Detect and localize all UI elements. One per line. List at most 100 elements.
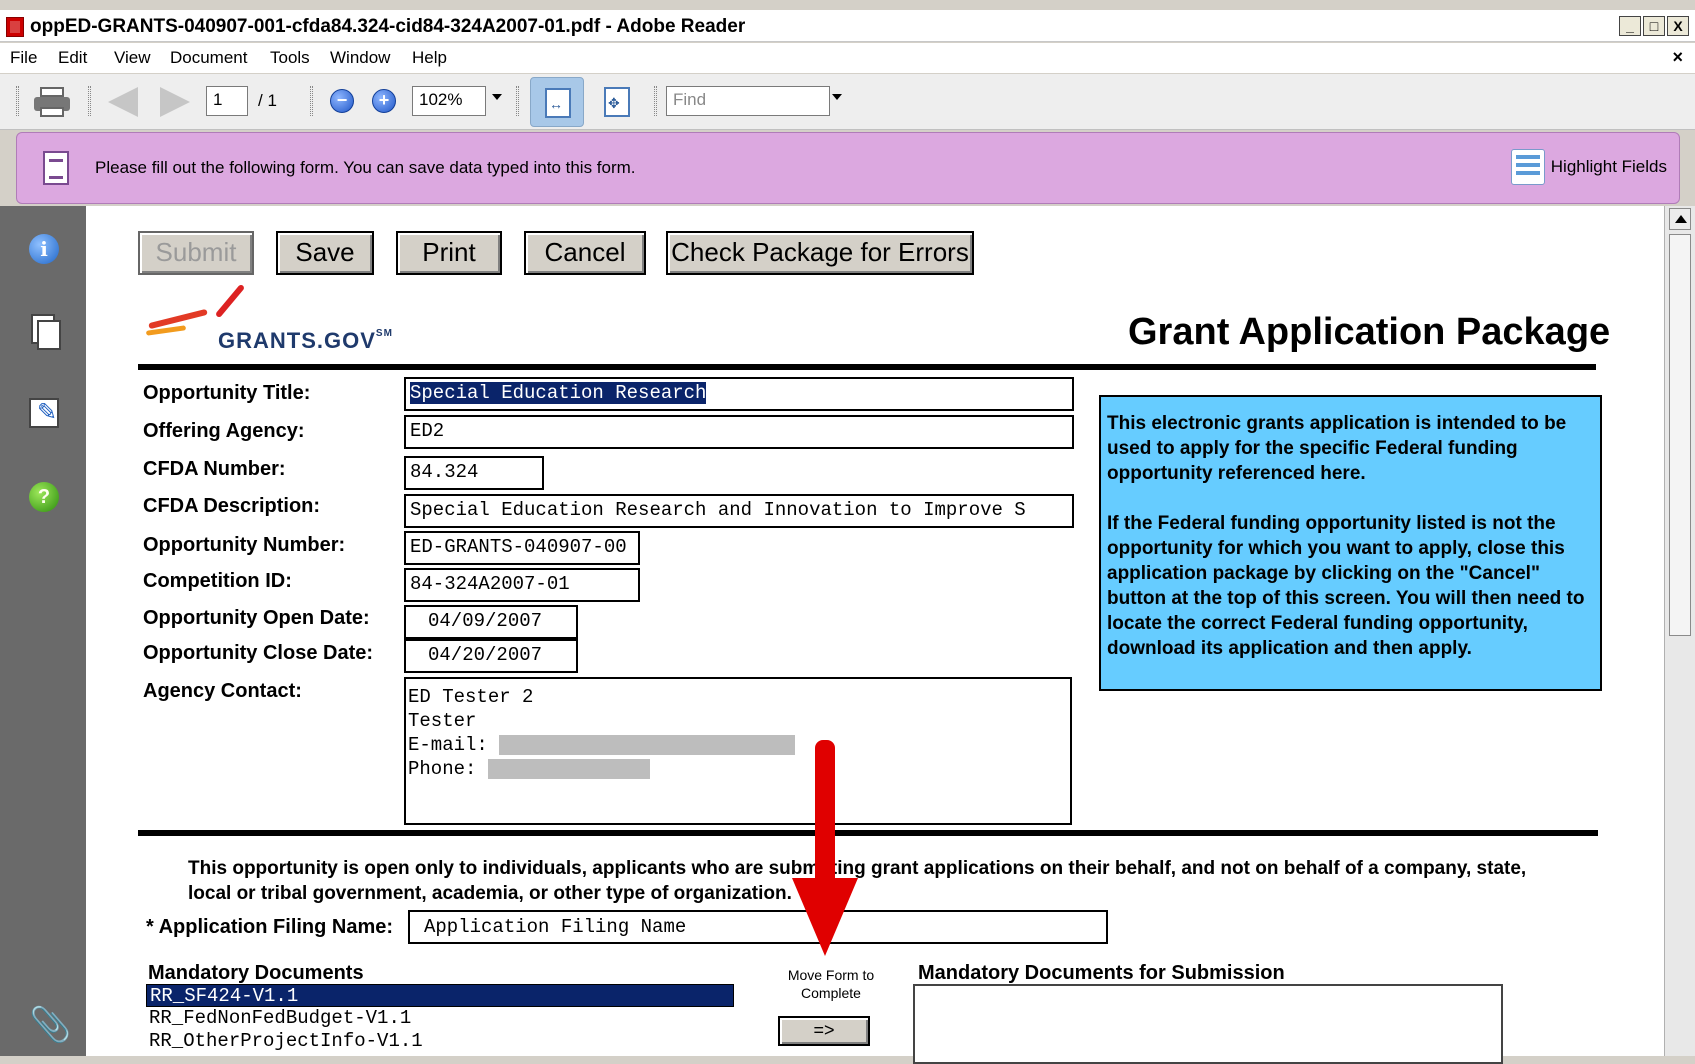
fit-page-icon[interactable] [590, 77, 644, 127]
toolbar-separator [654, 86, 657, 116]
print-button[interactable]: Print [396, 231, 502, 275]
list-item[interactable]: RR_OtherProjectInfo-V1.1 [146, 1030, 734, 1053]
move-form-label: Move Form to Complete [787, 967, 875, 1001]
zoom-dropdown-icon[interactable] [492, 94, 502, 100]
opportunity-title-label: Opportunity Title: [143, 382, 311, 404]
package-title: Grant Application Package [1128, 311, 1611, 353]
cancel-button[interactable]: Cancel [524, 231, 646, 275]
zoom-level-input[interactable]: 102% [412, 86, 486, 116]
info-icon[interactable]: i [29, 234, 59, 264]
section-divider [138, 830, 1598, 836]
redacted-email [499, 735, 796, 755]
highlight-fields-label: Highlight Fields [1550, 157, 1667, 176]
opportunity-title-value: Special Education Research [410, 382, 707, 404]
close-window-button[interactable]: X [1667, 16, 1689, 36]
filing-name-label: * Application Filing Name: [146, 916, 394, 938]
header-divider [138, 364, 1596, 370]
toolbar-separator [310, 86, 313, 116]
cfda-number-label: CFDA Number: [143, 458, 286, 480]
toolbar-separator [516, 86, 519, 116]
previous-page-icon[interactable] [108, 87, 138, 117]
agency-contact-field[interactable]: ED Tester 2 Tester E-mail: Phone: [404, 677, 1072, 825]
filing-name-input[interactable]: Application Filing Name [408, 910, 1108, 944]
submission-documents-list[interactable] [913, 984, 1503, 1064]
highlight-fields-icon [1510, 149, 1545, 185]
find-dropdown-icon[interactable] [832, 94, 842, 100]
agency-contact-label: Agency Contact: [143, 680, 302, 702]
scroll-up-icon[interactable] [1669, 208, 1691, 230]
contact-email-label: E-mail: [408, 734, 500, 756]
logo-service-mark: SM [375, 328, 393, 339]
close-document-icon[interactable]: × [1672, 47, 1683, 68]
form-message-bar: Please fill out the following form. You … [16, 132, 1680, 204]
maximize-button[interactable]: □ [1643, 16, 1665, 36]
check-package-button[interactable]: Check Package for Errors [666, 231, 974, 275]
highlight-fields-button[interactable]: Highlight Fields [1510, 147, 1667, 187]
help-icon[interactable]: ? [29, 482, 59, 512]
navigation-panel: i ? 📎 [0, 206, 86, 1056]
signatures-icon[interactable] [29, 398, 59, 428]
menu-tools[interactable]: Tools [270, 48, 310, 68]
vertical-scrollbar[interactable] [1664, 206, 1695, 1056]
toolbar: 1 / 1 − + 102% Find [0, 74, 1695, 130]
red-arrow-annotation [792, 740, 858, 956]
print-icon[interactable] [34, 87, 70, 117]
contact-name: ED Tester 2 [408, 686, 534, 708]
menu-document[interactable]: Document [170, 48, 247, 68]
logo-text: GRANTS.GOV [218, 328, 376, 353]
page-number-input[interactable]: 1 [206, 86, 248, 116]
opportunity-title-field[interactable]: Special Education Research [404, 377, 1074, 411]
info-box: This electronic grants application is in… [1099, 395, 1602, 691]
menu-file[interactable]: File [10, 48, 37, 68]
offering-agency-field[interactable]: ED2 [404, 415, 1074, 449]
list-item[interactable]: RR_FedNonFedBudget-V1.1 [146, 1007, 734, 1030]
save-button[interactable]: Save [276, 231, 374, 275]
menu-bar: File Edit View Document Tools Window Hel… [0, 43, 1695, 73]
competition-id-label: Competition ID: [143, 570, 292, 592]
mandatory-documents-list[interactable]: RR_SF424-V1.1 RR_FedNonFedBudget-V1.1 RR… [146, 984, 734, 1056]
opportunity-number-field[interactable]: ED-GRANTS-040907-00 [404, 531, 640, 565]
window-title: oppED-GRANTS-040907-001-cfda84.324-cid84… [30, 16, 746, 37]
menu-window[interactable]: Window [330, 48, 390, 68]
list-item[interactable]: RR_SF424-V1.1 [146, 984, 734, 1007]
cfda-description-field[interactable]: Special Education Research and Innovatio… [404, 494, 1074, 528]
scrollbar-thumb[interactable] [1669, 234, 1691, 636]
open-date-field[interactable]: 04/09/2007 [404, 605, 578, 639]
grants-gov-logo: GRANTS.GOVSM [145, 283, 426, 353]
close-date-label: Opportunity Close Date: [143, 642, 374, 664]
submission-documents-label: Mandatory Documents for Submission [918, 962, 1285, 984]
competition-id-field[interactable]: 84-324A2007-01 [404, 568, 640, 602]
adobe-reader-icon [6, 17, 24, 37]
pages-icon[interactable] [29, 314, 61, 350]
page-total: / 1 [258, 91, 277, 110]
submit-button[interactable]: Submit [138, 231, 254, 275]
zoom-in-icon[interactable]: + [372, 89, 396, 113]
attachments-icon[interactable]: 📎 [29, 1008, 71, 1042]
menu-help[interactable]: Help [412, 48, 447, 68]
minimize-button[interactable]: _ [1619, 16, 1641, 36]
redacted-phone [487, 759, 650, 779]
offering-agency-label: Offering Agency: [143, 420, 305, 442]
contact-phone-label: Phone: [408, 758, 488, 780]
form-message: Please fill out the following form. You … [95, 158, 636, 177]
toolbar-grip [16, 86, 19, 116]
close-date-field[interactable]: 04/20/2007 [404, 639, 578, 673]
toolbar-separator [88, 86, 91, 116]
menu-view[interactable]: View [114, 48, 151, 68]
open-date-label: Opportunity Open Date: [143, 607, 370, 629]
find-input[interactable]: Find [666, 86, 830, 116]
mandatory-documents-label: Mandatory Documents [148, 962, 364, 984]
form-icon [43, 151, 69, 185]
window-titlebar: oppED-GRANTS-040907-001-cfda84.324-cid84… [0, 10, 1695, 42]
info-paragraph-1: This electronic grants application is in… [1107, 413, 1567, 484]
zoom-out-icon[interactable]: − [330, 89, 354, 113]
menu-edit[interactable]: Edit [58, 48, 87, 68]
next-page-icon[interactable] [160, 87, 190, 117]
fit-width-icon[interactable] [530, 77, 584, 127]
cfda-number-field[interactable]: 84.324 [404, 456, 544, 490]
move-form-button[interactable]: => [778, 1016, 870, 1046]
contact-role: Tester [408, 710, 477, 732]
cfda-description-label: CFDA Description: [143, 495, 321, 517]
opportunity-number-label: Opportunity Number: [143, 534, 346, 556]
info-paragraph-2: If the Federal funding opportunity liste… [1107, 513, 1585, 659]
